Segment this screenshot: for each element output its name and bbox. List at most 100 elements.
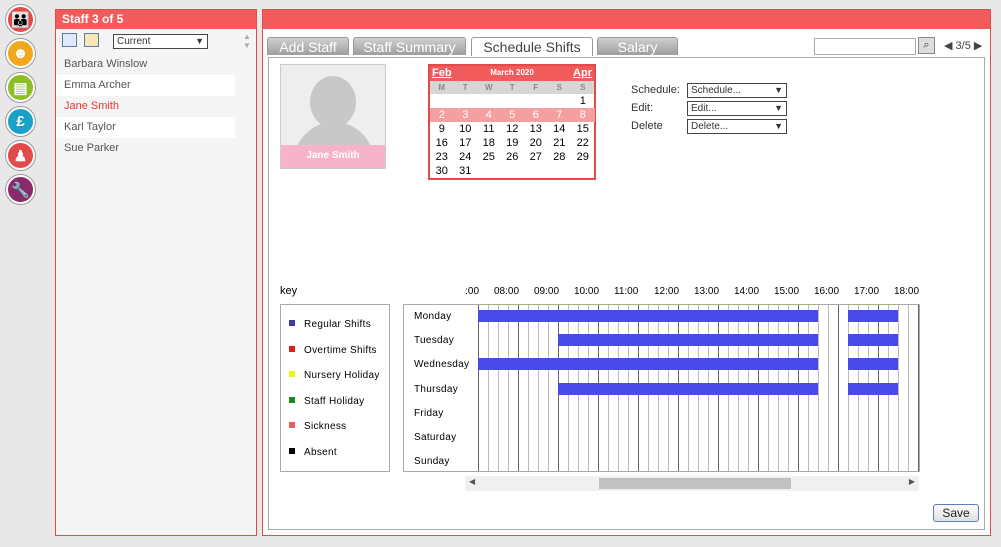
key-label: Nursery Holiday	[304, 370, 380, 381]
prev-page-icon[interactable]: ◀	[944, 40, 952, 52]
document-icon[interactable]: ▤	[6, 73, 35, 102]
staff-filter-value: Current	[117, 36, 151, 47]
calendar-day[interactable]: 19	[501, 136, 525, 150]
calendar-day[interactable]: 17	[454, 136, 478, 150]
grid-line	[898, 305, 899, 471]
family-icon[interactable]: 👪	[6, 5, 35, 34]
key-swatch	[289, 371, 295, 377]
hour-label: 08:00	[494, 286, 520, 297]
regular-shift-bar[interactable]	[848, 310, 898, 322]
search-input[interactable]	[814, 38, 916, 55]
list-view-icon[interactable]	[62, 33, 77, 47]
regular-shift-bar[interactable]	[848, 334, 898, 347]
regular-shift-bar[interactable]	[848, 382, 898, 395]
calendar-day[interactable]: 5	[500, 108, 524, 122]
search-icon[interactable]: ⌕	[918, 37, 935, 54]
edit-select[interactable]: Edit... ▼	[687, 101, 787, 116]
staff-list-item[interactable]: Sue Parker	[56, 138, 235, 159]
calendar-day[interactable]: 1	[571, 94, 595, 108]
calendar-day[interactable]: 27	[524, 150, 548, 164]
timetable-scrollbar[interactable]: ◀ ▶	[465, 476, 919, 491]
calendar-day	[524, 94, 548, 108]
schedule-content: Jane Smith Feb March 2020 Apr MTWTFSS 12…	[268, 57, 985, 530]
wrench-icon[interactable]: 🔧	[6, 175, 35, 204]
staff-photo-name: Jane Smith	[281, 145, 385, 168]
main-panel-header	[263, 10, 990, 29]
key-item: Overtime Shifts	[289, 345, 377, 356]
calendar-day[interactable]: 6	[524, 108, 548, 122]
calendar-day[interactable]: 13	[524, 122, 548, 136]
grid-view-icon[interactable]	[84, 33, 99, 47]
scroll-left-icon[interactable]: ◀	[469, 477, 475, 486]
calendar-day[interactable]: 12	[501, 122, 525, 136]
key-title: key	[280, 285, 298, 297]
list-scroll-arrows[interactable]: ▲ ▼	[243, 32, 251, 50]
calendar-day[interactable]: 26	[501, 150, 525, 164]
grid-line	[908, 305, 909, 471]
calendar-day[interactable]: 4	[477, 108, 501, 122]
calendar-day[interactable]: 2	[430, 108, 454, 122]
calendar-day[interactable]: 20	[524, 136, 548, 150]
grid-line	[518, 305, 519, 471]
calendar-day[interactable]: 11	[477, 122, 501, 136]
regular-shift-bar[interactable]	[478, 358, 818, 371]
calendar-days: 1 2 3 4 5 6 7 8 9 10 11 12 13 14 15 16 17 18 19 20 21 22 23 24 2…	[430, 94, 595, 178]
staff-list-item[interactable]: Barbara Winslow	[56, 54, 235, 75]
baby-icon[interactable]: ☻	[6, 39, 35, 68]
calendar-day[interactable]: 30	[430, 164, 454, 178]
tab-add-staff[interactable]: Add Staff	[267, 37, 349, 55]
scroll-right-icon[interactable]: ▶	[909, 477, 915, 486]
tab-staff-summary[interactable]: Staff Summary	[353, 37, 466, 55]
regular-shift-bar[interactable]	[478, 310, 818, 322]
tab-salary[interactable]: Salary	[597, 37, 678, 55]
avatar-head	[310, 76, 356, 128]
next-month-link[interactable]: Apr	[573, 67, 592, 79]
calendar-day[interactable]: 8	[571, 108, 595, 122]
calendar-day[interactable]: 23	[430, 150, 454, 164]
calendar-day[interactable]: 9	[430, 122, 454, 136]
scrollbar-thumb[interactable]	[599, 478, 791, 489]
chevron-down-icon: ▼	[774, 103, 783, 113]
delete-select[interactable]: Delete... ▼	[687, 119, 787, 134]
next-page-icon[interactable]: ▶	[974, 40, 982, 52]
staff-icon[interactable]: ♟	[6, 141, 35, 170]
calendar-day[interactable]: 18	[477, 136, 501, 150]
calendar-day[interactable]: 28	[548, 150, 572, 164]
tab-schedule-shifts[interactable]: Schedule Shifts	[471, 37, 593, 56]
calendar-day[interactable]: 24	[454, 150, 478, 164]
calendar-day	[571, 164, 595, 178]
key-item: Sickness	[289, 421, 346, 432]
key-item: Staff Holiday	[289, 396, 364, 407]
chevron-down-icon: ▼	[774, 121, 783, 131]
regular-shift-bar[interactable]	[848, 358, 898, 371]
hour-scale: 07:00 08:00 09:00 10:00 11:00 12:00 13:00 14:00…	[465, 286, 920, 300]
grid-line	[498, 305, 499, 471]
key-item: Absent	[289, 447, 337, 458]
calendar-day[interactable]: 3	[453, 108, 477, 122]
calendar-day[interactable]: 25	[477, 150, 501, 164]
staff-list-item[interactable]: Jane Smith	[56, 96, 235, 117]
pound-icon[interactable]: £	[6, 107, 35, 136]
calendar-day[interactable]: 14	[548, 122, 572, 136]
key-swatch	[289, 447, 295, 454]
calendar-day[interactable]: 22	[571, 136, 595, 150]
regular-shift-bar[interactable]	[558, 334, 818, 347]
calendar-day[interactable]: 7	[547, 108, 571, 122]
regular-shift-bar[interactable]	[558, 382, 818, 395]
key-label: Sickness	[304, 421, 347, 432]
hour-label: 13:00	[694, 286, 720, 297]
calendar-day[interactable]: 29	[571, 150, 595, 164]
staff-list-item[interactable]: Karl Taylor	[56, 117, 235, 138]
calendar-day[interactable]: 16	[430, 136, 454, 150]
calendar-day	[548, 164, 572, 178]
calendar-day[interactable]: 10	[454, 122, 478, 136]
schedule-select[interactable]: Schedule... ▼	[687, 83, 787, 98]
key-swatch	[289, 396, 295, 403]
calendar-day[interactable]: 21	[548, 136, 572, 150]
staff-panel: Staff 3 of 5 Current ▼ ▲ ▼ Barbara Winslo…	[55, 9, 257, 536]
calendar-day[interactable]: 15	[571, 122, 595, 136]
staff-list-item[interactable]: Emma Archer	[56, 75, 235, 96]
save-button[interactable]: Save	[933, 504, 979, 522]
calendar-day[interactable]: 31	[454, 164, 478, 178]
staff-filter-select[interactable]: Current ▼	[113, 34, 208, 49]
